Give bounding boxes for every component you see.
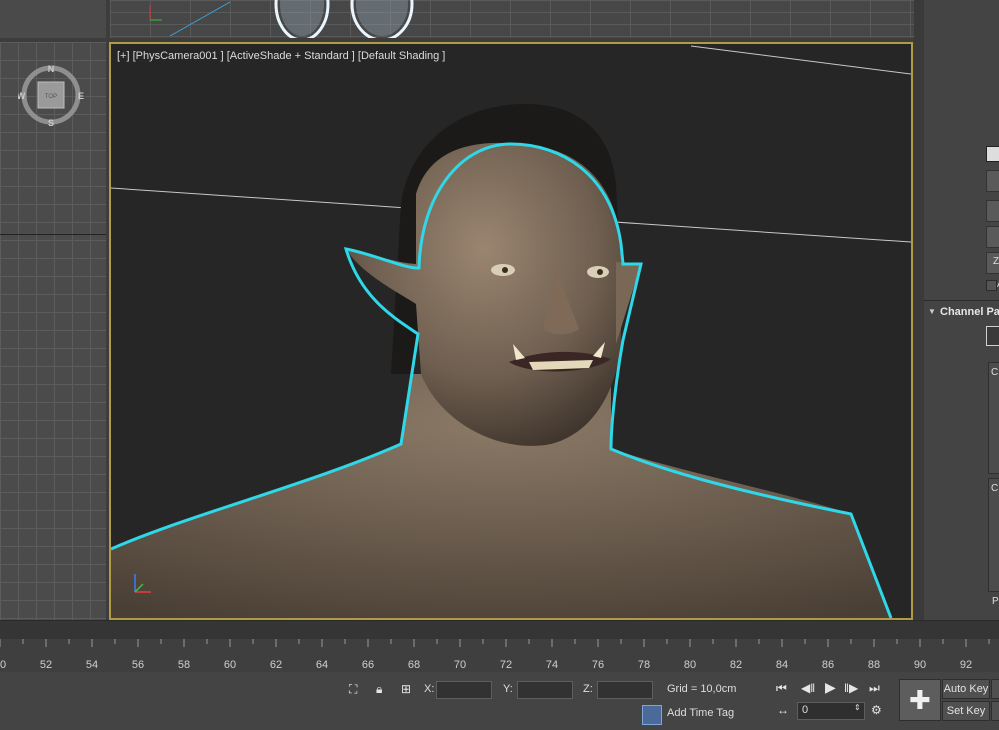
panel-list[interactable]: C xyxy=(988,478,999,592)
channel-panel-title[interactable]: Channel Pa xyxy=(940,306,999,318)
absolute-mode-icon[interactable]: ⊞ xyxy=(401,682,411,696)
ruler-labels: 50 52 54 56 58 60 62 64 66 68 70 72 74 76 78 80 82 84 86 88… xyxy=(0,639,999,673)
set-key-button[interactable]: Set Key xyxy=(942,701,990,721)
ruler-tick-label: 82 xyxy=(729,659,743,671)
rendered-character xyxy=(111,45,911,618)
timeline[interactable]: 50 52 54 56 58 60 62 64 66 68 70 72 74 76 78 80 82 84 86 88… xyxy=(0,620,999,673)
wireframe-preview xyxy=(149,0,414,38)
command-panel: Z A ▼ Channel Pa C C P xyxy=(924,0,999,620)
panel-button[interactable] xyxy=(986,170,999,192)
viewport-label[interactable]: [+] [PhysCamera001 ] [ActiveShade + Stan… xyxy=(117,50,445,62)
ruler-tick-label: 50 xyxy=(0,659,7,671)
add-time-tag-button[interactable]: Add Time Tag xyxy=(667,707,734,719)
viewcube-s: S xyxy=(48,118,54,128)
z-coordinate-field[interactable] xyxy=(597,681,653,699)
ruler-tick-label: 86 xyxy=(821,659,835,671)
prev-frame-icon[interactable]: ◀‖ xyxy=(801,681,815,695)
viewcube-face: TOP xyxy=(45,94,57,100)
z-label: Z: xyxy=(583,683,593,695)
rollout-collapse-icon[interactable]: ▼ xyxy=(928,307,936,316)
viewport-gutter xyxy=(914,0,924,620)
rollout-divider xyxy=(924,300,999,301)
x-label: X: xyxy=(424,683,435,695)
goto-start-icon[interactable]: ⏮ xyxy=(776,681,787,695)
ruler-tick-label: 92 xyxy=(959,659,973,671)
left-viewport[interactable] xyxy=(0,42,106,620)
time-config-icon[interactable]: ⚙ xyxy=(871,703,882,717)
set-keys-button[interactable]: ✚ xyxy=(899,679,941,721)
set-keys-icon: ✚ xyxy=(909,685,931,715)
play-icon[interactable]: ▶ xyxy=(825,680,836,694)
ruler-tick-label: 90 xyxy=(913,659,927,671)
panel-button[interactable] xyxy=(986,226,999,248)
ruler-tick-label: 66 xyxy=(361,659,375,671)
key-filter-button[interactable] xyxy=(991,701,999,721)
ruler-tick-label: 74 xyxy=(545,659,559,671)
ruler-tick-label: 58 xyxy=(177,659,191,671)
ruler-tick-label: 54 xyxy=(85,659,99,671)
grid-size-readout: Grid = 10,0cm xyxy=(667,683,737,695)
spinner-icon[interactable]: ⇕ xyxy=(854,703,861,712)
y-coordinate-field[interactable] xyxy=(517,681,573,699)
next-frame-icon[interactable]: ‖▶ xyxy=(844,681,858,695)
grid-axis-line xyxy=(0,234,106,235)
viewcube[interactable]: TOP N S E W xyxy=(17,62,84,128)
panel-row-letter: Z xyxy=(993,256,999,267)
ruler-tick-label: 88 xyxy=(867,659,881,671)
dropdown-chevron-icon[interactable] xyxy=(986,146,999,162)
ruler-tick-label: 64 xyxy=(315,659,329,671)
panel-checkbox[interactable] xyxy=(986,280,997,291)
ruler-tick-label: 78 xyxy=(637,659,651,671)
panel-button[interactable]: Z xyxy=(986,252,999,274)
ruler-tick-label: 68 xyxy=(407,659,421,671)
key-mode-icon[interactable]: ↔ xyxy=(777,703,789,717)
camera-viewport[interactable]: [+] [PhysCamera001 ] [ActiveShade + Stan… xyxy=(109,42,913,620)
viewcube-e: E xyxy=(78,91,84,101)
viewcube-n: N xyxy=(48,64,55,74)
ruler-tick-label: 80 xyxy=(683,659,697,671)
ruler-tick-label: 56 xyxy=(131,659,145,671)
x-coordinate-field[interactable] xyxy=(436,681,492,699)
panel-side-letter: P xyxy=(992,596,999,607)
y-label: Y: xyxy=(503,683,513,695)
current-frame-value: 0 xyxy=(802,704,809,716)
lock-icon[interactable]: 🔒︎ xyxy=(376,682,382,696)
ruler-tick-label: 70 xyxy=(453,659,467,671)
panel-side-letter: C xyxy=(991,483,999,494)
current-frame-field[interactable]: 0 ⇕ xyxy=(797,702,865,720)
panel-color-swatch[interactable] xyxy=(986,326,999,346)
ruler-tick-label: 52 xyxy=(39,659,53,671)
goto-end-icon[interactable]: ⏭ xyxy=(869,681,880,695)
panel-button[interactable] xyxy=(986,200,999,222)
left-viewport-top[interactable] xyxy=(0,0,106,38)
auto-key-button[interactable]: Auto Key xyxy=(942,679,990,699)
ruler-tick-label: 84 xyxy=(775,659,789,671)
viewcube-w: W xyxy=(18,91,26,101)
ruler-tick-label: 76 xyxy=(591,659,605,671)
panel-side-letter: C xyxy=(991,367,999,378)
ruler-tick-label: 72 xyxy=(499,659,513,671)
selection-icon[interactable]: ⛶ xyxy=(349,682,357,696)
status-bar: ⛶ 🔒︎ ⊞ X: Y: Z: Grid = 10,0cm Add Time T… xyxy=(0,672,999,730)
ruler-tick-label: 62 xyxy=(269,659,283,671)
ruler-tick-label: 60 xyxy=(223,659,237,671)
key-filter-button[interactable] xyxy=(991,679,999,699)
time-tag-icon[interactable] xyxy=(642,705,662,725)
top-viewport[interactable] xyxy=(110,0,914,38)
panel-list[interactable]: C xyxy=(988,362,999,474)
